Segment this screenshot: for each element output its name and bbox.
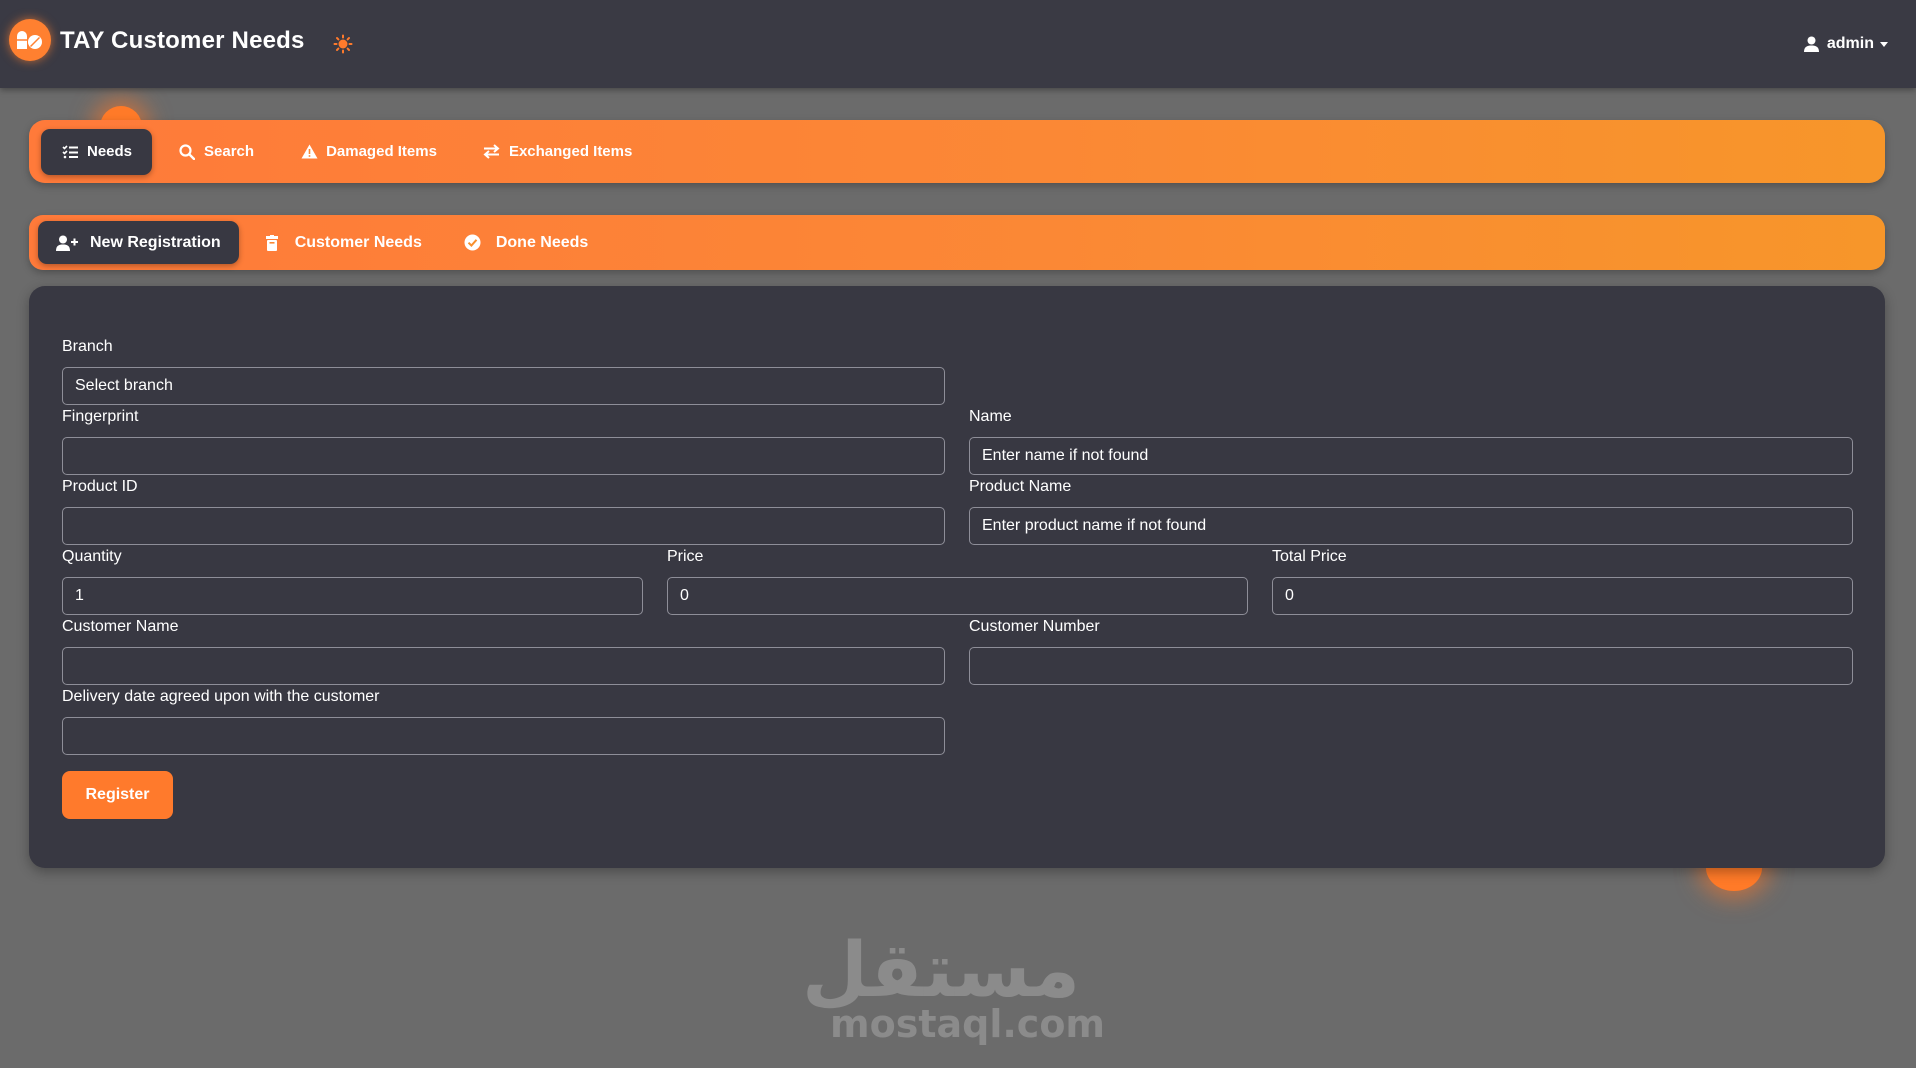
product-name-input[interactable] (969, 507, 1853, 545)
tab-label: Done Needs (495, 233, 589, 251)
list-check-icon (61, 143, 79, 161)
tab-customer-needs[interactable]: Customer Needs (245, 221, 440, 264)
customer-number-label: Customer Number (969, 618, 1100, 635)
user-icon (1803, 36, 1819, 52)
delivery-date-label: Delivery date agreed upon with the custo… (62, 688, 380, 705)
check-circle-icon (464, 234, 482, 252)
nav-item-damaged-items[interactable]: Damaged Items (280, 129, 457, 175)
tab-label: Customer Needs (294, 233, 422, 251)
user-plus-icon (56, 234, 78, 252)
tab-done-needs[interactable]: Done Needs (446, 221, 606, 264)
product-id-label: Product ID (62, 478, 138, 495)
nav-item-needs[interactable]: Needs (41, 128, 153, 175)
username-label: admin (1826, 35, 1874, 52)
name-input[interactable] (969, 437, 1853, 475)
nav-item-label: Search (204, 143, 255, 160)
nav-item-search[interactable]: Search (158, 129, 274, 175)
registration-form-panel: Branch Fingerprint Name Product ID Produ… (29, 286, 1885, 868)
pills-icon (17, 31, 42, 49)
tab-label: New Registration (90, 233, 221, 251)
theme-toggle-sun-icon[interactable] (333, 34, 353, 54)
product-name-label: Product Name (969, 478, 1072, 495)
watermark-arabic-text: مستقل (802, 925, 1080, 1014)
branch-select[interactable] (62, 367, 945, 405)
search-icon (178, 143, 196, 161)
price-label: Price (667, 548, 704, 565)
watermark-logo: مستقل mostaql.com (802, 925, 1106, 1046)
quantity-label: Quantity (62, 548, 122, 565)
delivery-date-input[interactable] (62, 717, 945, 755)
user-menu-dropdown[interactable]: admin (1803, 32, 1888, 56)
exchange-arrows-icon (483, 143, 501, 161)
top-bar: TAY Customer Needs admin (0, 0, 1916, 88)
watermark-latin-text: mostaql.com (830, 1002, 1106, 1046)
total-price-label: Total Price (1272, 548, 1347, 565)
warning-triangle-icon (300, 143, 318, 161)
tab-new-registration[interactable]: New Registration (38, 221, 239, 264)
total-price-input[interactable] (1272, 577, 1853, 615)
quantity-input[interactable] (62, 577, 643, 615)
customer-name-input[interactable] (62, 647, 945, 685)
customer-number-input[interactable] (969, 647, 1853, 685)
register-button[interactable]: Register (62, 771, 173, 819)
chevron-down-icon (1880, 41, 1888, 47)
nav-item-label: Exchanged Items (508, 143, 633, 160)
nav-item-exchanged-items[interactable]: Exchanged Items (463, 129, 652, 175)
nav-item-label: Needs (87, 143, 133, 160)
customer-name-label: Customer Name (62, 618, 179, 635)
product-id-input[interactable] (62, 507, 945, 545)
fingerprint-label: Fingerprint (62, 408, 139, 425)
app-logo[interactable] (9, 19, 51, 61)
sub-nav: New Registration Customer Needs Done Nee… (29, 215, 1885, 270)
app-title: TAY Customer Needs (60, 27, 305, 54)
main-nav: Needs Search Damaged Items Exchanged Ite… (29, 120, 1885, 183)
price-input[interactable] (667, 577, 1248, 615)
nav-item-label: Damaged Items (326, 143, 437, 160)
name-label: Name (969, 408, 1012, 425)
branch-label: Branch (62, 338, 113, 355)
trash-box-icon (263, 234, 281, 252)
fingerprint-input[interactable] (62, 437, 945, 475)
